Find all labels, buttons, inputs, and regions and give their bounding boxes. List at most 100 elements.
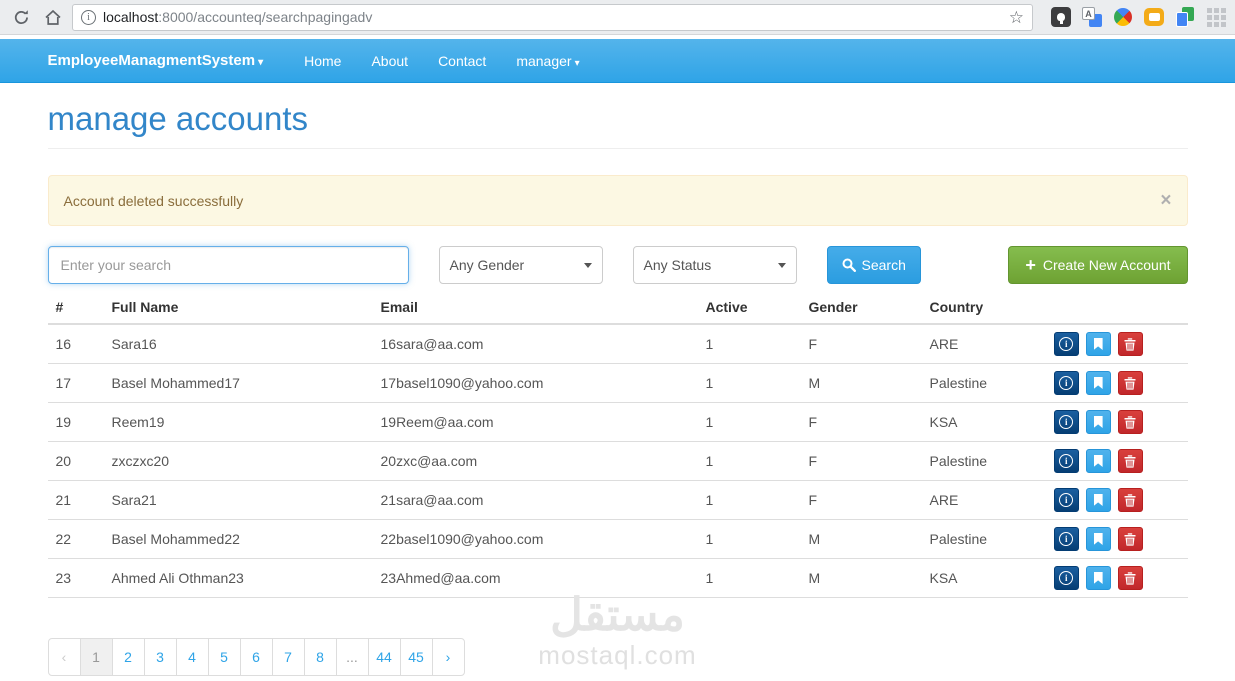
cell-id: 20 — [47, 441, 104, 481]
page-info-icon[interactable]: i — [81, 9, 96, 25]
cell-country: ARE — [921, 323, 1042, 364]
pagination-ellipsis: ... — [335, 638, 369, 676]
header-country: Country — [921, 291, 1042, 325]
table-row: 20 zxczxc20 20zxc@aa.com 1 F Palestine i — [47, 441, 1188, 481]
cell-actions: i — [1041, 363, 1188, 403]
create-new-account-button[interactable]: + Create New Account — [1008, 246, 1188, 284]
pagination-page-45[interactable]: 45 — [399, 638, 433, 676]
cell-email: 19Reem@aa.com — [372, 402, 698, 442]
cell-gender: M — [800, 519, 922, 559]
table-row: 21 Sara21 21sara@aa.com 1 F ARE i — [47, 480, 1188, 520]
bookmark-button[interactable] — [1085, 488, 1111, 512]
cell-active: 1 — [697, 323, 801, 364]
bookmark-icon — [1093, 572, 1103, 584]
trash-icon — [1124, 376, 1136, 390]
delete-button[interactable] — [1117, 566, 1143, 590]
delete-button[interactable] — [1117, 449, 1143, 473]
reload-button[interactable] — [8, 4, 34, 30]
pagination-page-3[interactable]: 3 — [143, 638, 177, 676]
extension-lightbulb-icon[interactable] — [1050, 6, 1072, 28]
nav-item-manager[interactable]: manager ▾ — [501, 53, 594, 69]
cell-id: 23 — [47, 558, 104, 598]
bookmark-button[interactable] — [1085, 566, 1111, 590]
pagination-page-44[interactable]: 44 — [367, 638, 401, 676]
address-bar[interactable]: i localhost:8000/accounteq/searchpaginga… — [72, 3, 1033, 31]
nav-item-about[interactable]: About — [356, 53, 423, 69]
cell-actions: i — [1041, 558, 1188, 598]
pagination-page-4[interactable]: 4 — [175, 638, 209, 676]
bookmark-button[interactable] — [1085, 371, 1111, 395]
nav-item-contact[interactable]: Contact — [423, 53, 501, 69]
navbar-brand[interactable]: EmployeeManagmentSystem ▾ — [48, 52, 264, 69]
search-button[interactable]: Search — [826, 246, 921, 284]
browser-toolbar: i localhost:8000/accounteq/searchpaginga… — [0, 0, 1235, 35]
pagination-page-8[interactable]: 8 — [303, 638, 337, 676]
cell-id: 22 — [47, 519, 104, 559]
cell-active: 1 — [697, 363, 801, 403]
bookmark-star-icon[interactable]: ☆ — [1009, 9, 1024, 26]
bookmark-button[interactable] — [1085, 449, 1111, 473]
accounts-table: # Full Name Email Active Gender Country … — [47, 291, 1188, 598]
cell-actions: i — [1041, 519, 1188, 559]
cell-actions: i — [1041, 480, 1188, 520]
extension-photos-icon[interactable] — [1110, 4, 1136, 30]
details-button[interactable]: i — [1053, 449, 1079, 473]
nav-item-home[interactable]: Home — [289, 53, 356, 69]
table-row: 19 Reem19 19Reem@aa.com 1 F KSA i — [47, 402, 1188, 442]
bookmark-button[interactable] — [1085, 527, 1111, 551]
trash-icon — [1124, 415, 1136, 429]
delete-button[interactable] — [1117, 527, 1143, 551]
status-select[interactable]: Any Status — [632, 246, 797, 284]
select-arrow-icon — [583, 262, 592, 268]
delete-button[interactable] — [1117, 332, 1143, 356]
extension-grid-icon[interactable] — [1205, 6, 1227, 28]
details-button[interactable]: i — [1053, 566, 1079, 590]
bookmark-button[interactable] — [1085, 410, 1111, 434]
table-row: 22 Basel Mohammed22 22basel1090@yahoo.co… — [47, 519, 1188, 559]
gender-select[interactable]: Any Gender — [438, 246, 603, 284]
header-full-name: Full Name — [103, 291, 373, 325]
pagination-page-7[interactable]: 7 — [271, 638, 305, 676]
extension-translate-icon[interactable]: A — [1081, 6, 1103, 28]
pagination-page-5[interactable]: 5 — [207, 638, 241, 676]
pagination-next[interactable]: › — [431, 638, 465, 676]
details-button[interactable]: i — [1053, 332, 1079, 356]
delete-button[interactable] — [1117, 410, 1143, 434]
pagination-prev[interactable]: ‹ — [47, 638, 81, 676]
pagination-page-6[interactable]: 6 — [239, 638, 273, 676]
cell-id: 19 — [47, 402, 104, 442]
create-button-label: Create New Account — [1042, 257, 1171, 273]
details-button[interactable]: i — [1053, 488, 1079, 512]
home-button[interactable] — [40, 4, 66, 30]
alert-close-icon[interactable]: × — [1160, 191, 1171, 210]
bookmark-button[interactable] — [1085, 332, 1111, 356]
cell-active: 1 — [697, 480, 801, 520]
bookmark-icon — [1093, 377, 1103, 389]
details-button[interactable]: i — [1053, 371, 1079, 395]
manager-label: manager — [516, 52, 572, 69]
cell-country: Palestine — [921, 363, 1042, 403]
cell-email: 17basel1090@yahoo.com — [372, 363, 698, 403]
cell-country: Palestine — [921, 441, 1042, 481]
table-header-row: # Full Name Email Active Gender Country — [47, 291, 1188, 325]
bookmark-icon — [1093, 338, 1103, 350]
cell-active: 1 — [697, 519, 801, 559]
delete-button[interactable] — [1117, 488, 1143, 512]
pagination-page-1[interactable]: 1 — [79, 638, 113, 676]
cell-gender: M — [800, 558, 922, 598]
trash-icon — [1124, 337, 1136, 351]
details-button[interactable]: i — [1053, 410, 1079, 434]
cell-country: KSA — [921, 402, 1042, 442]
extension-yellow-icon[interactable] — [1143, 6, 1165, 28]
search-icon — [842, 258, 856, 272]
bookmark-icon — [1093, 416, 1103, 428]
chevron-down-icon: ▾ — [574, 57, 580, 69]
search-input[interactable] — [47, 246, 409, 284]
table-row: 16 Sara16 16sara@aa.com 1 F ARE i — [47, 323, 1188, 364]
cell-full-name: Sara21 — [103, 480, 373, 520]
pagination-page-2[interactable]: 2 — [111, 638, 145, 676]
details-button[interactable]: i — [1053, 527, 1079, 551]
delete-button[interactable] — [1117, 371, 1143, 395]
cell-actions: i — [1041, 441, 1188, 481]
extension-docs-icon[interactable] — [1174, 6, 1196, 28]
